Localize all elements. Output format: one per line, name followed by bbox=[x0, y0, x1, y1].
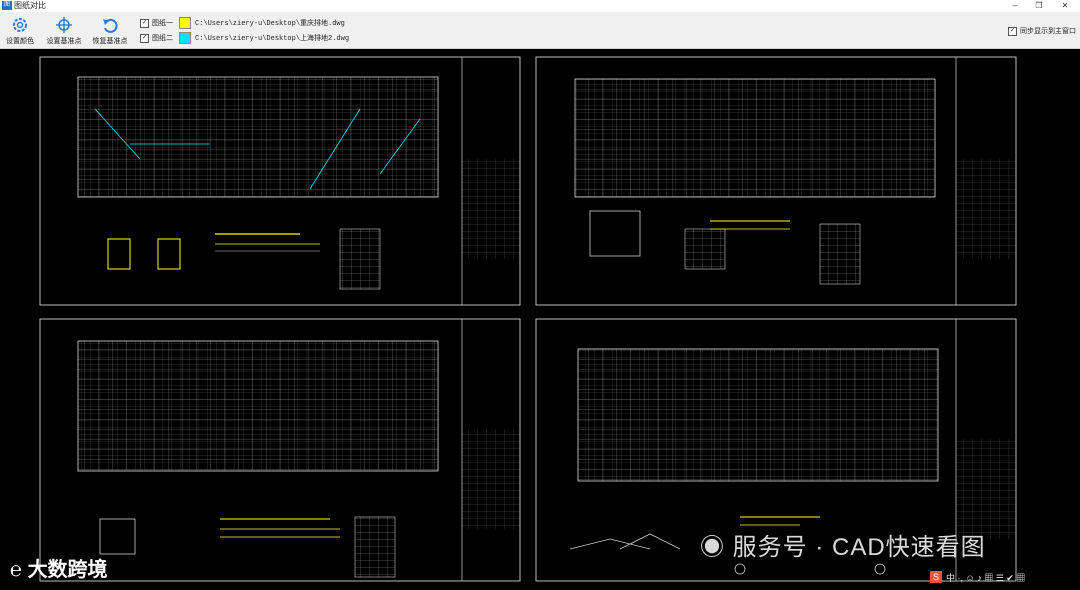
sync-option[interactable]: ✓ 同步显示到主窗口 bbox=[1008, 26, 1076, 36]
drawing-2-label: 图纸二 bbox=[152, 35, 173, 42]
minimize-button[interactable]: – bbox=[1006, 0, 1024, 12]
sync-checkbox[interactable]: ✓ bbox=[1008, 26, 1017, 36]
restore-base-point-label: 恢复基准点 bbox=[92, 38, 128, 45]
set-base-point-label: 设置基准点 bbox=[46, 38, 82, 45]
toolbar: 设置颜色 设置基准点 恢复基准点 ✓ 图纸一 C:\Users\ziery-u\… bbox=[0, 12, 1080, 49]
drawing-1-path: C:\Users\ziery-u\Desktop\重庆排地.dwg bbox=[195, 20, 345, 28]
watermark: ◉ 服务号 · CAD快速看图 bbox=[700, 534, 986, 561]
drawing-2-path: C:\Users\ziery-u\Desktop\上海排地2.dwg bbox=[195, 35, 350, 43]
drawing-row-2: ✓ 图纸二 C:\Users\ziery-u\Desktop\上海排地2.dwg bbox=[140, 32, 349, 44]
crosshair-icon bbox=[56, 17, 72, 33]
drawing-2-color-swatch[interactable] bbox=[179, 32, 191, 44]
app-icon: 图 bbox=[2, 1, 12, 10]
undo-icon bbox=[103, 18, 118, 33]
drawing-canvas[interactable]: ◉ 服务号 · CAD快速看图 ℮ 大数跨境 S 中 ·, ☺ ♪ ▦ ☰ ✔ … bbox=[0, 49, 1080, 590]
sheet-top-left bbox=[39, 56, 521, 306]
drawing-2-checkbox[interactable]: ✓ bbox=[140, 33, 149, 43]
sync-label: 同步显示到主窗口 bbox=[1020, 28, 1076, 35]
maximize-button[interactable]: ❐ bbox=[1030, 0, 1048, 12]
sogou-icon[interactable]: S bbox=[930, 571, 942, 583]
brand-mark-icon: ℮ bbox=[10, 559, 28, 581]
sheet-bottom-left bbox=[39, 318, 521, 582]
ime-status[interactable]: 中 ·, ☺ ♪ ▦ ☰ ✔ ▦ bbox=[946, 571, 1025, 584]
drawing-1-label: 图纸一 bbox=[152, 20, 173, 27]
close-button[interactable]: ✕ bbox=[1056, 0, 1074, 12]
gear-icon bbox=[13, 18, 27, 32]
cad-drawings bbox=[39, 56, 1017, 582]
window-title: 图纸对比 bbox=[14, 1, 46, 10]
wechat-icon: ◉ bbox=[700, 534, 733, 561]
brand-logo: ℮ 大数跨境 bbox=[10, 559, 108, 581]
ime-toolbar[interactable]: S 中 ·, ☺ ♪ ▦ ☰ ✔ ▦ bbox=[930, 570, 1076, 584]
drawing-1-color-swatch[interactable] bbox=[179, 17, 191, 29]
set-base-point-button[interactable]: 设置基准点 bbox=[44, 14, 84, 46]
sheet-top-right bbox=[535, 56, 1017, 306]
set-color-button[interactable]: 设置颜色 bbox=[4, 14, 36, 46]
set-color-label: 设置颜色 bbox=[6, 38, 34, 45]
drawing-row-1: ✓ 图纸一 C:\Users\ziery-u\Desktop\重庆排地.dwg bbox=[140, 17, 345, 29]
drawing-1-checkbox[interactable]: ✓ bbox=[140, 18, 149, 28]
restore-base-point-button[interactable]: 恢复基准点 bbox=[90, 14, 130, 46]
